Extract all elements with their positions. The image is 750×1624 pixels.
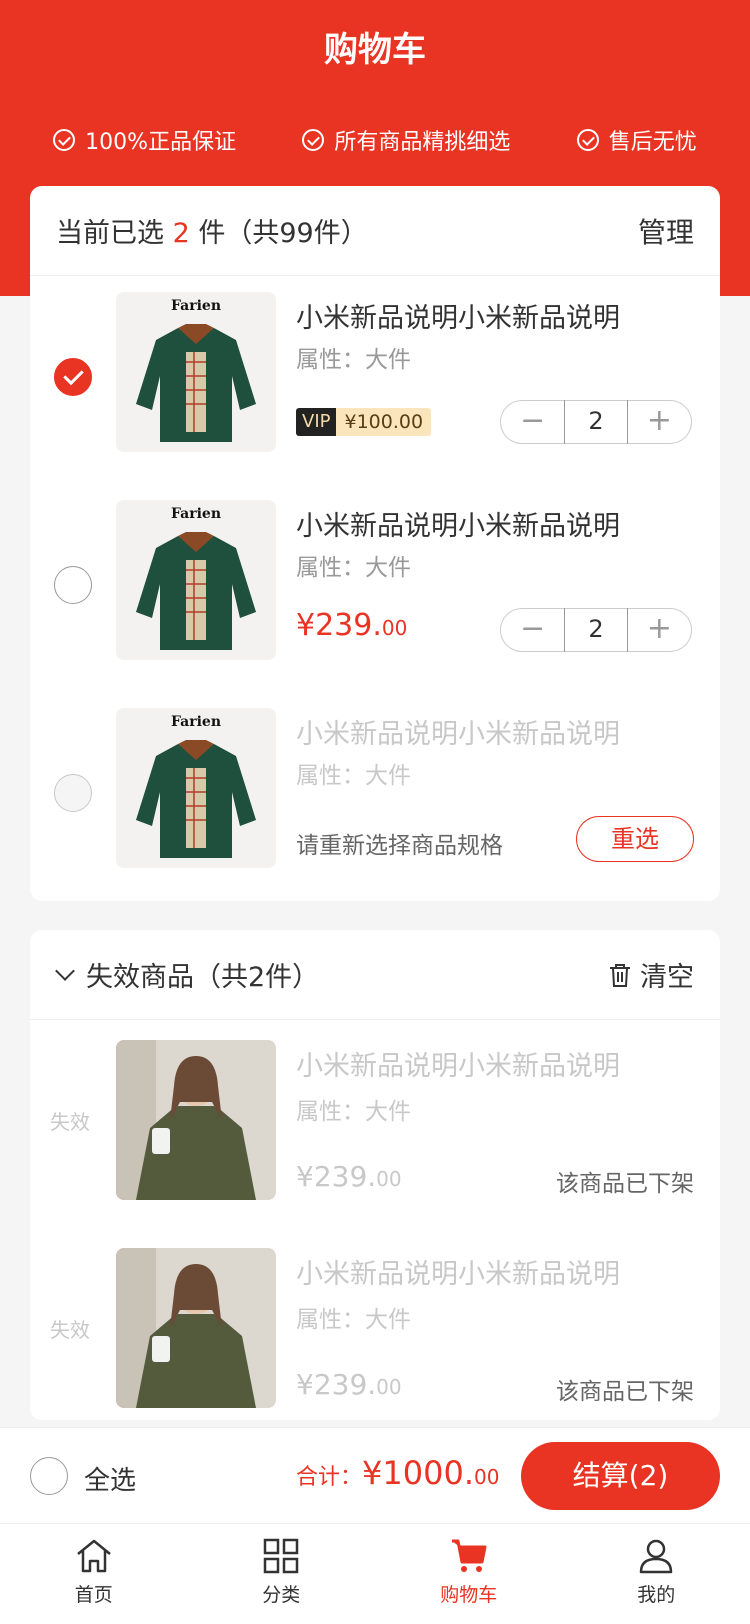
product-attribute: 属性：大件 <box>296 1307 411 1333</box>
user-icon <box>640 1539 673 1574</box>
product-title[interactable]: 小米新品说明小米新品说明 <box>296 712 620 751</box>
total-price: 合计： ¥1000. 00 <box>296 1454 499 1492</box>
quantity-stepper: − 2 + <box>500 608 692 652</box>
product-attribute[interactable]: 属性：大件 <box>296 548 411 582</box>
product-attribute[interactable]: 属性：大件 <box>296 756 411 790</box>
product-image[interactable]: Farien <box>116 708 276 868</box>
total-integer: ¥1000. <box>362 1454 474 1492</box>
invalid-title: 失效商品（共2件） <box>86 962 320 993</box>
cart-icon <box>451 1539 487 1572</box>
guarantee-label: 所有商品精挑细选 <box>334 130 511 155</box>
off-shelf-status: 该商品已下架 <box>556 1171 694 1197</box>
checkout-bar: 全选 合计： ¥1000. 00 结算(2) <box>0 1427 750 1523</box>
product-title: 小米新品说明小米新品说明 <box>296 1259 620 1290</box>
cart-item: Farien 小米新品说明小米新品说明 属性：大件 请重新选择商品规格 重选 <box>30 692 720 900</box>
price-cents: 00 <box>376 1167 402 1191</box>
tab-category[interactable]: 分类 <box>188 1524 376 1624</box>
svg-text:Farien: Farien <box>171 714 221 730</box>
home-icon <box>76 1539 111 1573</box>
item-checkbox[interactable] <box>54 774 92 812</box>
product-title: 小米新品说明小米新品说明 <box>296 1051 620 1082</box>
page-title: 购物车 <box>324 30 426 70</box>
tab-label: 首页 <box>74 1584 113 1606</box>
product-attribute[interactable]: 属性：大件 <box>296 340 411 374</box>
category-icon <box>264 1538 299 1574</box>
product-title[interactable]: 小米新品说明小米新品说明 <box>296 504 620 543</box>
cart-summary-row: 当前已选 2 件（共99件） 管理 <box>30 186 720 276</box>
svg-text:Farien: Farien <box>171 506 221 522</box>
guarantee-item: 100%正品保证 <box>53 124 236 156</box>
guarantee-label: 售后无忧 <box>608 130 697 155</box>
bottom-tabbar: 首页 分类 购物车 我的 <box>0 1523 750 1624</box>
guarantee-item: 售后无忧 <box>576 124 697 156</box>
manage-button[interactable]: 管理 <box>638 211 694 251</box>
item-checkbox[interactable] <box>54 566 92 604</box>
invalid-header: 失效商品（共2件） 清空 <box>30 930 720 1020</box>
check-circle-icon <box>302 129 325 151</box>
vip-price-row: VIP ¥100.00 <box>296 408 432 436</box>
reselect-hint: 请重新选择商品规格 <box>296 833 503 859</box>
product-price: ¥239.00 <box>296 608 407 643</box>
guarantee-label: 100%正品保证 <box>85 130 237 155</box>
price-cents: 00 <box>381 616 408 640</box>
quantity-input[interactable]: 2 <box>564 400 628 444</box>
vip-price: ¥100.00 <box>336 408 432 436</box>
price-integer: ¥239. <box>296 1160 377 1193</box>
tab-label: 我的 <box>637 1584 676 1606</box>
guarantee-item: 所有商品精挑细选 <box>302 124 510 156</box>
product-title[interactable]: 小米新品说明小米新品说明 <box>296 296 620 335</box>
invalid-tag: 失效 <box>50 1110 90 1134</box>
decrease-button[interactable]: − <box>501 608 564 652</box>
svg-text:Farien: Farien <box>171 298 221 314</box>
increase-button[interactable]: + <box>628 608 691 652</box>
price-cents: 00 <box>376 1375 402 1399</box>
selected-count: 2 <box>172 218 190 249</box>
cart-card: 当前已选 2 件（共99件） 管理 Farien 小米新品说明小米新品说明 属性… <box>30 186 720 901</box>
tab-cart[interactable]: 购物车 <box>375 1524 563 1624</box>
tab-home[interactable]: 首页 <box>0 1524 188 1624</box>
total-label: 合计： <box>296 1465 363 1490</box>
product-image <box>116 1040 276 1200</box>
decrease-button[interactable]: − <box>501 400 564 444</box>
select-all-checkbox[interactable] <box>30 1457 68 1495</box>
cart-item: Farien 小米新品说明小米新品说明 属性：大件 VIP ¥100.00 − … <box>30 276 720 484</box>
cart-item: Farien 小米新品说明小米新品说明 属性：大件 ¥239.00 − 2 + <box>30 484 720 692</box>
quantity-stepper: − 2 + <box>500 400 692 444</box>
checkout-button[interactable]: 结算(2) <box>521 1442 720 1510</box>
price-integer: ¥239. <box>296 1368 377 1401</box>
trash-icon <box>610 963 630 987</box>
product-image[interactable]: Farien <box>116 500 276 660</box>
off-shelf-status: 该商品已下架 <box>556 1379 694 1405</box>
summary-suffix: 件（共99件） <box>198 218 368 249</box>
price-integer: ¥239. <box>296 608 382 643</box>
item-checkbox[interactable] <box>54 358 92 396</box>
total-cents: 00 <box>473 1465 500 1489</box>
invalid-tag: 失效 <box>50 1318 90 1342</box>
product-attribute: 属性：大件 <box>296 1099 411 1125</box>
quantity-input[interactable]: 2 <box>564 608 628 652</box>
product-price: ¥239.00 <box>296 1368 402 1401</box>
vip-badge: VIP <box>296 408 337 436</box>
invalid-item: 失效 小米新品说明小米新品说明 属性：大件 ¥239.00 该商品已下架 <box>30 1020 720 1228</box>
check-circle-icon <box>576 129 599 151</box>
product-image <box>116 1248 276 1408</box>
clear-button[interactable]: 清空 <box>608 955 694 994</box>
product-image[interactable]: Farien <box>116 292 276 452</box>
product-price: ¥239.00 <box>296 1160 402 1193</box>
guarantee-bar: 100%正品保证 所有商品精挑细选 售后无忧 <box>0 120 750 160</box>
tab-mine[interactable]: 我的 <box>563 1524 750 1624</box>
invalid-item: 失效 小米新品说明小米新品说明 属性：大件 ¥239.00 该商品已下架 <box>30 1228 720 1420</box>
invalid-items-card: 失效商品（共2件） 清空 失效 小米新品说明小米新品说明 属性：大件 ¥239.… <box>30 930 720 1420</box>
cart-summary: 当前已选 2 件（共99件） <box>56 211 368 250</box>
increase-button[interactable]: + <box>628 400 691 444</box>
invalid-toggle[interactable]: 失效商品（共2件） <box>52 955 319 994</box>
chevron-down-icon <box>55 960 75 981</box>
summary-prefix: 当前已选 <box>56 218 164 249</box>
check-circle-icon <box>53 129 76 151</box>
tab-label: 分类 <box>262 1584 301 1606</box>
clear-label: 清空 <box>640 962 694 993</box>
select-all-label[interactable]: 全选 <box>84 1460 136 1497</box>
reselect-button[interactable]: 重选 <box>576 816 694 862</box>
tab-label: 购物车 <box>440 1584 498 1606</box>
